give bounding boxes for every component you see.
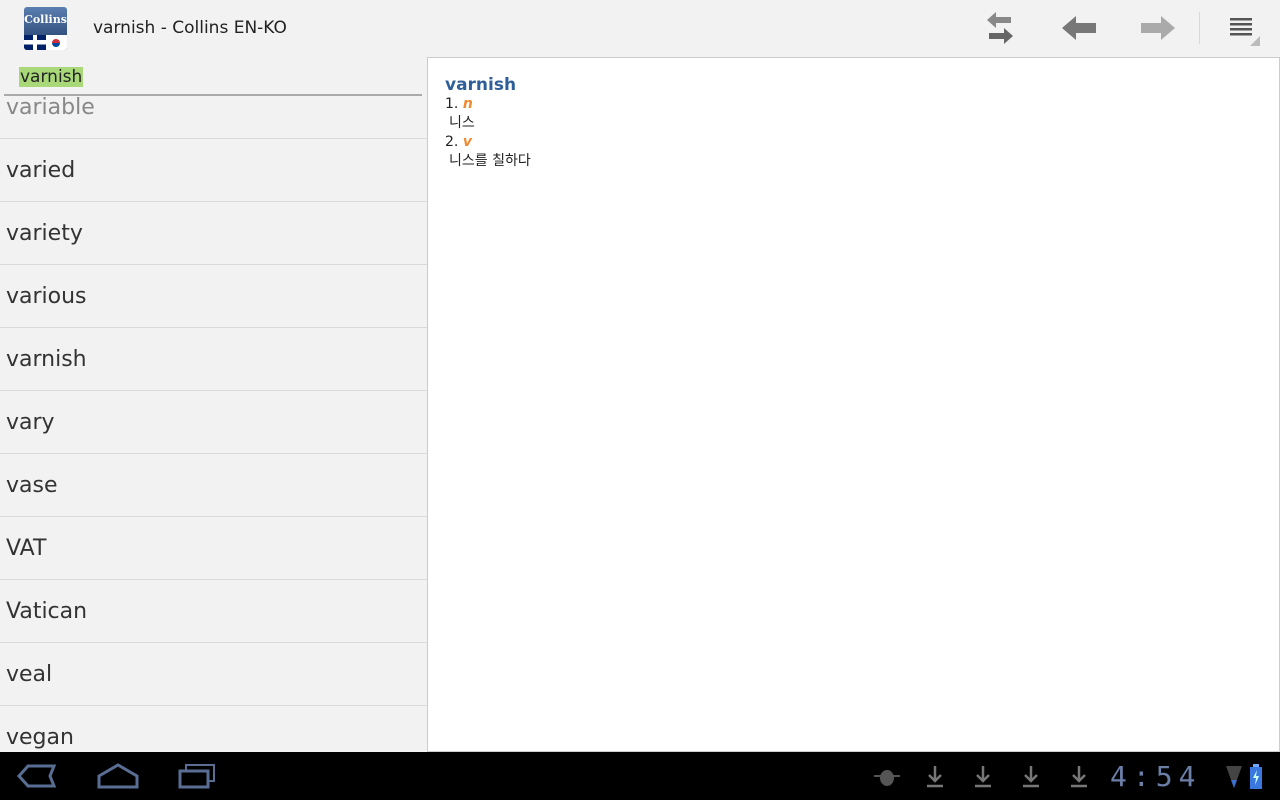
divider — [1199, 12, 1200, 44]
list-item[interactable]: Vatican — [0, 580, 427, 643]
download-icon — [1022, 766, 1040, 792]
clock: 4:54 — [1110, 760, 1202, 793]
list-item[interactable]: varied — [0, 139, 427, 202]
battery-charging-icon — [1249, 764, 1263, 794]
entry-panel: varnish 1. n 니스 2. v 니스를 칠하다 — [427, 57, 1280, 752]
translation: 니스 — [449, 115, 475, 131]
download-icon — [974, 766, 992, 792]
search-input[interactable]: varnish — [4, 62, 422, 96]
swap-languages-icon[interactable] — [980, 10, 1020, 46]
part-of-speech: v — [462, 134, 472, 150]
uk-flag-icon — [24, 35, 46, 50]
wifi-icon — [1226, 766, 1242, 792]
system-nav-bar: 4:54 — [0, 752, 1280, 800]
back-button[interactable] — [16, 762, 58, 794]
app-title: varnish - Collins EN-KO — [93, 18, 287, 38]
list-item[interactable]: various — [0, 265, 427, 328]
back-arrow-icon[interactable] — [1059, 10, 1099, 46]
list-item[interactable]: vary — [0, 391, 427, 454]
list-item[interactable]: variable — [0, 97, 427, 139]
home-button[interactable] — [96, 762, 140, 794]
list-item[interactable]: vegan — [0, 706, 427, 752]
list-item[interactable]: VAT — [0, 517, 427, 580]
list-item[interactable]: varnish — [0, 328, 427, 391]
part-of-speech: n — [462, 96, 473, 112]
sense-1: 1. n — [445, 96, 473, 112]
download-icon — [1070, 766, 1088, 792]
collins-app-logo[interactable]: Collins — [24, 7, 67, 50]
overflow-menu-icon[interactable] — [1222, 10, 1262, 46]
recent-apps-button[interactable] — [176, 762, 218, 794]
forward-arrow-icon[interactable] — [1138, 10, 1178, 46]
translation: 니스를 칠하다 — [449, 153, 531, 169]
download-icon — [926, 766, 944, 792]
list-item[interactable]: vase — [0, 454, 427, 517]
headword: varnish — [445, 75, 517, 95]
word-list[interactable]: variable varied variety various varnish vary v… — [0, 97, 427, 752]
action-bar: Collins varnish - Collins EN-KO — [0, 0, 1280, 56]
sense-2: 2. v — [445, 134, 472, 150]
list-item[interactable]: veal — [0, 643, 427, 706]
debug-icon — [874, 766, 900, 792]
list-item[interactable]: variety — [0, 202, 427, 265]
korea-flag-icon — [45, 35, 67, 50]
